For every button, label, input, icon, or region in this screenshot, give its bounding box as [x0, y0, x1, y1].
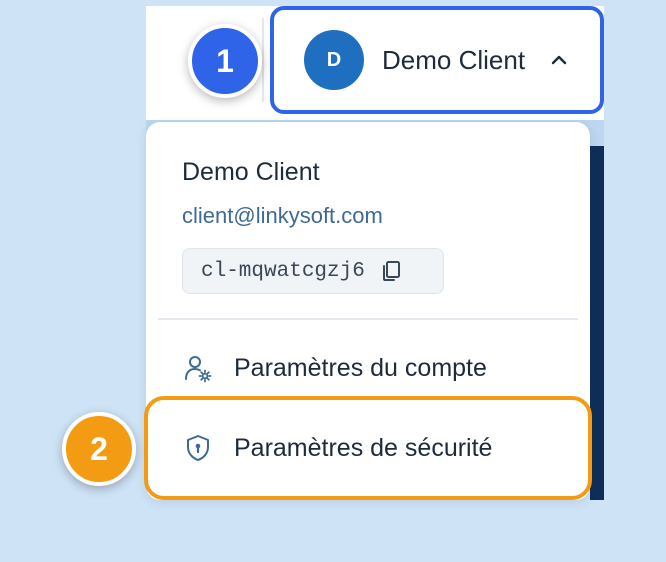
user-menu-name: Demo Client	[382, 44, 526, 75]
step-2-highlight	[144, 396, 592, 500]
sidebar-edge	[590, 146, 604, 500]
chevron-up-icon	[547, 48, 571, 72]
menu-item-account-settings[interactable]: Paramètres du compte	[182, 348, 487, 388]
user-gear-icon	[182, 352, 214, 384]
avatar: D	[304, 30, 364, 90]
client-id-chip: cl-mqwatcgzj6	[182, 248, 444, 294]
dropdown-user-name: Demo Client	[182, 158, 320, 186]
copy-icon[interactable]	[379, 259, 403, 283]
step-badge-2: 2	[62, 412, 136, 486]
menu-item-label: Paramètres du compte	[234, 353, 487, 382]
client-id-text: cl-mqwatcgzj6	[201, 259, 365, 283]
dropdown-divider	[158, 318, 578, 320]
dropdown-user-email: client@linkysoft.com	[182, 203, 383, 228]
step-badge-1: 1	[188, 24, 262, 98]
header-divider	[262, 18, 264, 102]
user-menu-button[interactable]: D Demo Client	[270, 6, 604, 114]
